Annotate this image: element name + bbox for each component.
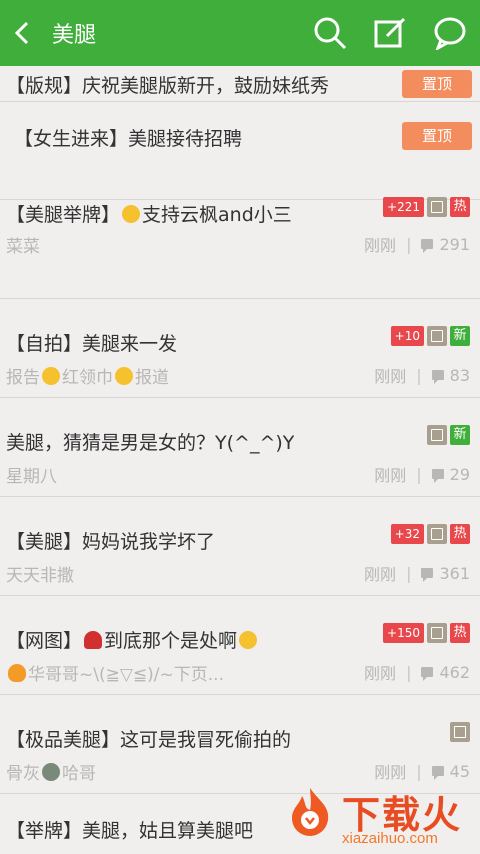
back-button[interactable]: [0, 0, 44, 66]
new-badge: 新: [450, 425, 470, 445]
chat-bubble-icon: [434, 17, 466, 50]
post-row-guess[interactable]: 美腿，猜猜是男是女的？Y(^_^)Y 新 星期八 刚刚 | 29: [0, 398, 480, 497]
hot-badge: 热: [450, 623, 470, 643]
smile-emoji-icon: [42, 367, 60, 385]
post-row-webpic[interactable]: 【网图】 到底那个是处啊 +150 热 华哥哥~\(≧▽≦)/~下页... 刚刚 |…: [0, 596, 480, 695]
back-arrow-icon: [14, 21, 29, 45]
comment-icon: [431, 766, 444, 780]
new-badge: 新: [450, 326, 470, 346]
post-row-recruit[interactable]: 【女生进来】美腿接待招聘 置顶: [0, 102, 480, 200]
post-meta: 刚刚 | 291: [364, 234, 470, 256]
comment-icon: [431, 370, 444, 384]
image-icon: [427, 197, 447, 217]
alien-emoji-icon: [42, 763, 60, 781]
laughing-emoji-icon: [122, 205, 141, 223]
post-meta: 刚刚 | 83: [374, 365, 470, 387]
image-icon: [427, 623, 447, 643]
image-icon: [450, 722, 470, 742]
rose-emoji-icon: [84, 631, 103, 649]
smile-emoji-icon: [115, 367, 133, 385]
hot-badge: 热: [450, 197, 470, 217]
comment-icon: [421, 568, 434, 582]
post-row-mom[interactable]: 【美腿】妈妈说我学坏了 +32 热 天天非撒 刚刚 | 361: [0, 497, 480, 596]
post-row-selfie[interactable]: 【自拍】美腿来一发 +10 新 报告 红领巾 报道 刚刚 | 83: [0, 299, 480, 398]
post-author: 骨灰 哈哥: [6, 763, 96, 784]
image-icon: [427, 425, 447, 445]
post-badges: +32 热: [390, 524, 470, 544]
image-icon: [427, 524, 447, 544]
post-badges: 新: [427, 425, 470, 445]
comment-icon: [421, 667, 434, 681]
laughing-emoji-icon: [239, 631, 258, 649]
post-meta: 刚刚 | 29: [374, 464, 470, 486]
post-badges: +150 热: [383, 623, 470, 643]
chat-button[interactable]: [420, 0, 480, 66]
post-row-placard[interactable]: 【美腿举牌】 支持云枫and小三 +221 热 菜菜 刚刚 | 291: [0, 197, 480, 299]
post-list[interactable]: 【版规】庆祝美腿版新开，鼓励妹纸秀 置顶 【女生进来】美腿接待招聘 置顶 【美腿…: [0, 66, 480, 854]
compose-icon: [374, 17, 406, 48]
upvote-count-badge: +221: [383, 197, 424, 217]
upvote-count-badge: +32: [390, 524, 424, 544]
pin-badge: 置顶: [402, 122, 472, 150]
compose-button[interactable]: [360, 0, 420, 66]
search-icon: [314, 17, 347, 50]
post-author: 华哥哥~\(≧▽≦)/~下页...: [6, 660, 256, 685]
image-icon: [427, 326, 447, 346]
top-bar: 美腿: [0, 0, 480, 66]
page-title: 美腿: [52, 23, 97, 48]
hot-badge: 热: [450, 524, 470, 544]
upvote-count-badge: +10: [390, 326, 424, 346]
post-author: 天天非撒: [6, 566, 74, 586]
post-author: 星期八: [6, 467, 57, 487]
post-meta: 刚刚 | 45: [374, 761, 470, 783]
post-meta: 刚刚 | 462: [364, 662, 470, 684]
post-row-rules[interactable]: 【版规】庆祝美腿版新开，鼓励妹纸秀 置顶: [0, 66, 480, 102]
upvote-count-badge: +150: [383, 623, 424, 643]
post-meta: 刚刚 | 361: [364, 563, 470, 585]
comment-icon: [421, 239, 434, 253]
watermark: 下载火 xiazaihuo.com: [280, 784, 480, 854]
post-author: 菜菜: [6, 237, 40, 257]
comment-icon: [431, 469, 444, 483]
post-row-sneak[interactable]: 【极品美腿】这可是我冒死偷拍的 骨灰 哈哥 刚刚 | 45: [0, 695, 480, 794]
post-badges: +221 热: [383, 197, 470, 217]
post-badges: [450, 722, 470, 742]
pin-badge: 置顶: [402, 70, 472, 98]
fire-emoji-icon: [8, 664, 26, 682]
post-author: 报告 红领巾 报道: [6, 367, 169, 388]
watermark-url: xiazaihuo.com: [342, 830, 438, 847]
flame-logo-icon: [292, 788, 329, 836]
post-badges: +10 新: [390, 326, 470, 346]
search-button[interactable]: [300, 0, 360, 66]
